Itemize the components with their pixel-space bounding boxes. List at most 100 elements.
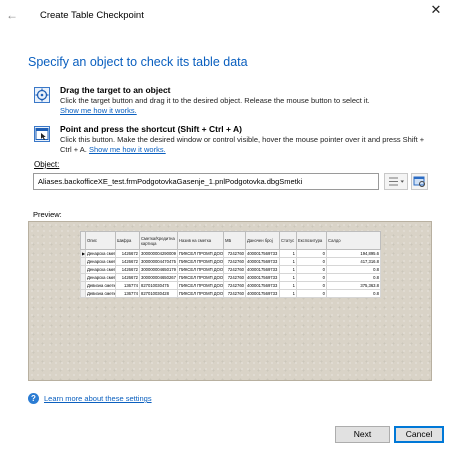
grid-cell: 4000017569733 <box>245 265 280 274</box>
grid-header-row: Опис Шифра Сметка/Кредитна картица Назив… <box>80 231 381 250</box>
grid-cell: Девизна сметка <box>85 289 116 298</box>
option-description: Click this button. Make the desired wind… <box>60 135 434 154</box>
option-title: Drag the target to an object <box>60 85 171 95</box>
option-description: Click the target button and drag it to t… <box>60 96 434 115</box>
grid-cell: 1 <box>279 257 297 266</box>
grid-header-cell: Статус <box>279 231 297 250</box>
grid-cell: 1 <box>279 289 297 298</box>
title-bar: ← Create Table Checkpoint ✕ <box>0 0 450 28</box>
help-question-icon: ? <box>28 393 39 404</box>
grid-cell: 300000004290009 <box>139 249 178 258</box>
grid-cell: 194,895.6 <box>326 249 381 258</box>
preview-label: Preview: <box>33 210 62 219</box>
grid-cell: 4000017569733 <box>245 257 280 266</box>
grid-cell: ПИКСЕЛ ПРОМП ДОО ( <box>177 273 224 282</box>
grid-cell: 7242760 <box>223 281 246 290</box>
grid-cell: ПИКСЕЛ ПРОМП ДОО ( <box>177 265 224 274</box>
grid-header-cell: Сметка/Кредитна картица <box>139 231 178 250</box>
grid-cell: 375,363.8 <box>326 281 381 290</box>
grid-header-cell: Шифра <box>115 231 140 250</box>
grid-cell: 0.8 <box>326 265 381 274</box>
grid-cell: ПИКСЕЛ ПРОМП ДОО ( <box>177 257 224 266</box>
grid-cell: Денарска сметка <box>85 265 116 274</box>
grid-row[interactable]: Денарска сметка1426672300000004470475ПИК… <box>80 257 381 266</box>
grid-cell: 1426672 <box>115 265 140 274</box>
grid-cell: 4000017569733 <box>245 281 280 290</box>
grid-cell: 7242760 <box>223 265 246 274</box>
grid-cell: 7242760 <box>223 289 246 298</box>
grid-cell: 7242760 <box>223 273 246 282</box>
grid-cell: 0 <box>296 249 327 258</box>
grid-row[interactable]: Девизна сметка 136774 827010030428 ПИКСЕЛ П… <box>80 289 381 298</box>
grid-cell: Денарска сметка <box>85 249 116 258</box>
grid-cell: 0 <box>296 281 327 290</box>
grid-header-cell: Салдо <box>326 231 381 250</box>
grid-cell: ПИКСЕЛ ПРОМП ДОО ( <box>177 249 224 258</box>
grid-cell: ПИКСЕЛ ПРОМП ДОО ( <box>177 281 224 290</box>
grid-cell: 1426672 <box>115 257 140 266</box>
object-input[interactable]: Aliases.backofficeXE_test.frmPodgotovkaG… <box>33 173 379 190</box>
grid-cell: 827010030475 <box>139 281 178 290</box>
grid-cell: 417,316.8 <box>326 257 381 266</box>
option-title: Point and press the shortcut (Shift + Ct… <box>60 124 242 134</box>
grid-header-cell: Опис <box>85 231 116 250</box>
grid-cell: 136774 <box>115 281 140 290</box>
crosshair-target-icon[interactable] <box>34 87 50 103</box>
grid-cell: 0 <box>296 265 327 274</box>
back-arrow-button[interactable]: ← <box>6 8 20 22</box>
grid-cell: 0 <box>296 289 327 298</box>
grid-row[interactable]: Девизна сметка 136774 827010030475 ПИКСЕЛ П… <box>80 281 381 290</box>
list-dropdown-icon <box>389 177 404 186</box>
highlight-on-screen-icon <box>413 176 425 187</box>
option-point-shortcut: Point and press the shortcut (Shift + Ct… <box>34 124 434 154</box>
option-description-text: Click the target button and drag it to t… <box>60 96 370 105</box>
grid-cell: 4000017569733 <box>245 273 280 282</box>
grid-cell: 827010030428 <box>139 289 178 298</box>
grid-cell: 1 <box>279 265 297 274</box>
grid-cell: Девизна сметка <box>85 281 116 290</box>
grid-cell: 4000017569733 <box>245 249 280 258</box>
grid-cell: 0.8 <box>326 273 381 282</box>
grid-cell: Денарска сметка <box>85 257 116 266</box>
grid-row[interactable]: ▶Денарска сметка1426672300000004290009ПИ… <box>80 249 381 258</box>
grid-row[interactable]: Денарска сметка1426672300000004650267ПИК… <box>80 273 381 282</box>
grid-header-cell: Назив на сметка <box>177 231 224 250</box>
grid-cell: 136774 <box>115 289 140 298</box>
grid-row[interactable]: Денарска сметка1426672300000004650179ПИК… <box>80 265 381 274</box>
show-me-how-link[interactable]: Show me how it works. <box>60 106 137 115</box>
object-label: Object: <box>34 160 60 169</box>
next-button[interactable]: Next <box>335 426 390 443</box>
show-me-how-link[interactable]: Show me how it works. <box>89 145 166 154</box>
grid-cell: 7242760 <box>223 249 246 258</box>
grid-header-cell: МБ <box>223 231 246 250</box>
preview-grid: Опис Шифра Сметка/Кредитна картица Назив… <box>80 231 381 298</box>
grid-cell: ПИКСЕЛ ПРОМП ДОО ( <box>177 289 224 298</box>
grid-cell: 0.8 <box>326 289 381 298</box>
grid-cell: 300000004470475 <box>139 257 178 266</box>
grid-header-cell: Даночен број <box>245 231 280 250</box>
window-title: Create Table Checkpoint <box>40 10 144 21</box>
learn-more-link[interactable]: Learn more about these settings <box>44 394 152 403</box>
window-pointer-icon[interactable] <box>34 126 50 142</box>
grid-cell: 0 <box>296 257 327 266</box>
grid-cell: 300000004650179 <box>139 265 178 274</box>
table-preview: Опис Шифра Сметка/Кредитна картица Назив… <box>28 221 432 381</box>
grid-cell: 1 <box>279 273 297 282</box>
grid-cell: 1 <box>279 281 297 290</box>
grid-cell: 0 <box>296 273 327 282</box>
grid-cell: Денарска сметка <box>85 273 116 282</box>
grid-cell: 300000004650267 <box>139 273 178 282</box>
grid-cell: 1426672 <box>115 273 140 282</box>
grid-cell: 1 <box>279 249 297 258</box>
grid-header-cell: Експозитура <box>296 231 327 250</box>
option-drag-target: Drag the target to an object Click the t… <box>34 85 434 117</box>
grid-cell: 7242760 <box>223 257 246 266</box>
object-browser-button[interactable] <box>384 173 408 190</box>
cancel-button[interactable]: Cancel <box>394 426 444 443</box>
grid-cell: 4000017569733 <box>245 289 280 298</box>
close-button[interactable]: ✕ <box>428 2 444 18</box>
page-heading: Specify an object to check its table dat… <box>28 55 248 69</box>
highlight-object-button[interactable] <box>411 173 428 190</box>
grid-cell: 1426672 <box>115 249 140 258</box>
grid-body: ▶Денарска сметка1426672300000004290009ПИ… <box>80 249 381 298</box>
